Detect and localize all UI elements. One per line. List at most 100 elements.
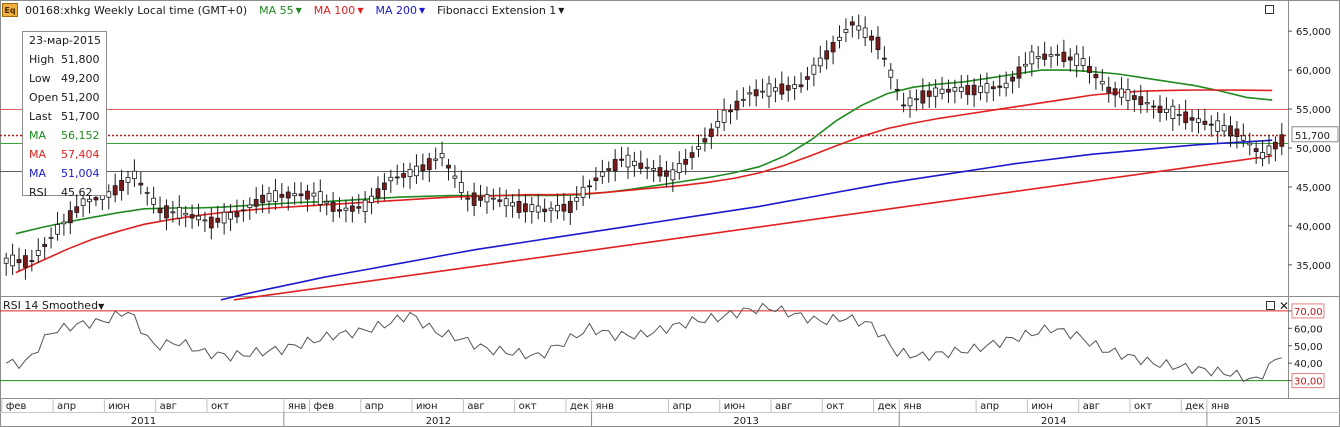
price-tick-label: 55,000	[1296, 105, 1331, 116]
candle-body	[208, 216, 214, 229]
candle-body	[401, 173, 407, 178]
candle-body	[337, 209, 342, 212]
candle-body	[35, 249, 41, 256]
month-label: дек	[570, 401, 589, 412]
candle-body	[773, 87, 778, 92]
month-label: авг	[160, 401, 177, 412]
row-key: High	[29, 53, 55, 66]
candle-body	[144, 191, 150, 194]
candle-body	[1279, 134, 1285, 147]
candle-body	[1131, 95, 1137, 100]
legend-ma200[interactable]: MA 200 ▼	[375, 4, 425, 17]
maximize-price-pane-icon[interactable]	[1265, 5, 1274, 14]
rsi-tick-label: 40,00	[1294, 359, 1323, 370]
candle-body	[753, 89, 759, 97]
row-key: MA	[29, 148, 47, 161]
candle-body	[881, 57, 887, 60]
ma55-line	[15, 69, 1273, 235]
data-window-row-rsi: RSI 45,62	[29, 186, 107, 200]
candle-body	[465, 197, 471, 200]
equity-icon[interactable]: Eq	[2, 3, 18, 17]
candle-body	[1093, 74, 1099, 79]
candle-body	[708, 128, 714, 137]
candle-body	[965, 85, 971, 95]
month-label: окт	[826, 401, 844, 412]
candle-body	[1022, 63, 1028, 67]
candle-body	[1112, 88, 1118, 96]
candle-body	[1061, 51, 1067, 63]
candle-body	[907, 97, 913, 107]
candle-body	[1035, 56, 1041, 59]
candle-body	[990, 86, 996, 90]
candle-body	[1055, 53, 1060, 56]
legend-ma55[interactable]: MA 55 ▼	[259, 4, 302, 17]
data-window-date: 23-мар-2015	[29, 34, 101, 47]
candle-body	[394, 176, 400, 179]
month-label: апр	[980, 401, 999, 412]
candle-body	[997, 85, 1003, 88]
candle-body	[221, 211, 227, 224]
rsi-pane-title[interactable]: RSI 14 Smoothed▼	[3, 299, 104, 312]
candle-body	[817, 57, 823, 67]
legend-fibonacci[interactable]: Fibonacci Extension 1 ▼	[437, 4, 564, 17]
rsi-tick-label: 70,00	[1294, 307, 1323, 318]
candle-body	[574, 197, 580, 202]
candle-body	[734, 100, 740, 111]
row-key: MA	[29, 129, 47, 142]
candle-body	[1215, 120, 1221, 132]
row-value: 56,152	[61, 129, 100, 142]
candle-body	[1099, 80, 1105, 85]
candle-body	[638, 162, 644, 169]
candle-body	[901, 104, 907, 107]
candle-body	[1208, 123, 1214, 126]
candle-body	[228, 212, 233, 220]
candle-body	[580, 186, 586, 198]
candle-body	[247, 204, 253, 209]
candle-body	[490, 197, 496, 200]
legend-ma200-label: MA 200	[375, 3, 417, 17]
candle-body	[381, 182, 387, 191]
candle-body	[452, 175, 458, 179]
year-label: 2011	[131, 416, 156, 427]
candle-body	[298, 193, 304, 197]
candle-body	[740, 98, 746, 101]
price-tick-label: 45,000	[1296, 183, 1331, 194]
candle-body	[426, 158, 432, 170]
data-window-row-high: High 51,800	[29, 53, 107, 72]
maximize-rsi-pane-icon[interactable]	[1266, 301, 1275, 310]
candle-body	[23, 255, 28, 268]
rsi-tick-label: 30,00	[1294, 377, 1323, 388]
year-label: 2014	[1041, 416, 1066, 427]
chart-legend: 00168:xhkg Weekly Local time (GMT+0) MA …	[25, 2, 564, 18]
candle-body	[240, 209, 246, 212]
candle-body	[164, 205, 169, 219]
candle-body	[920, 90, 926, 104]
symbol-label[interactable]: 00168:xhkg Weekly Local time (GMT+0)	[25, 4, 247, 17]
candle-body	[1157, 105, 1163, 113]
candle-body	[10, 254, 16, 267]
row-key: Open	[29, 91, 59, 104]
close-rsi-pane-icon[interactable]: ✕	[1279, 300, 1289, 312]
data-window-row-ma55: MA 56,152	[29, 129, 107, 148]
year-label: 2013	[733, 416, 758, 427]
legend-ma100[interactable]: MA 100 ▼	[314, 4, 364, 17]
month-label: июн	[1031, 401, 1052, 412]
candle-body	[875, 36, 881, 51]
row-value: 51,700	[61, 110, 100, 123]
chevron-down-icon: ▼	[98, 302, 105, 311]
candle-body	[926, 90, 932, 97]
candle-body	[702, 138, 708, 143]
rsi-title-label: RSI 14 Smoothed	[3, 299, 99, 312]
month-label: фев	[6, 401, 27, 412]
candle-body	[1074, 53, 1080, 67]
chevron-down-icon: ▼	[357, 5, 364, 15]
candle-body	[683, 159, 689, 165]
candle-body	[952, 87, 958, 92]
candle-body	[824, 50, 830, 60]
candle-body	[856, 25, 862, 31]
candle-body	[1029, 51, 1035, 65]
candle-body	[657, 167, 663, 177]
candle-body	[1176, 114, 1182, 116]
candle-body	[894, 88, 900, 91]
candle-body	[407, 168, 413, 178]
